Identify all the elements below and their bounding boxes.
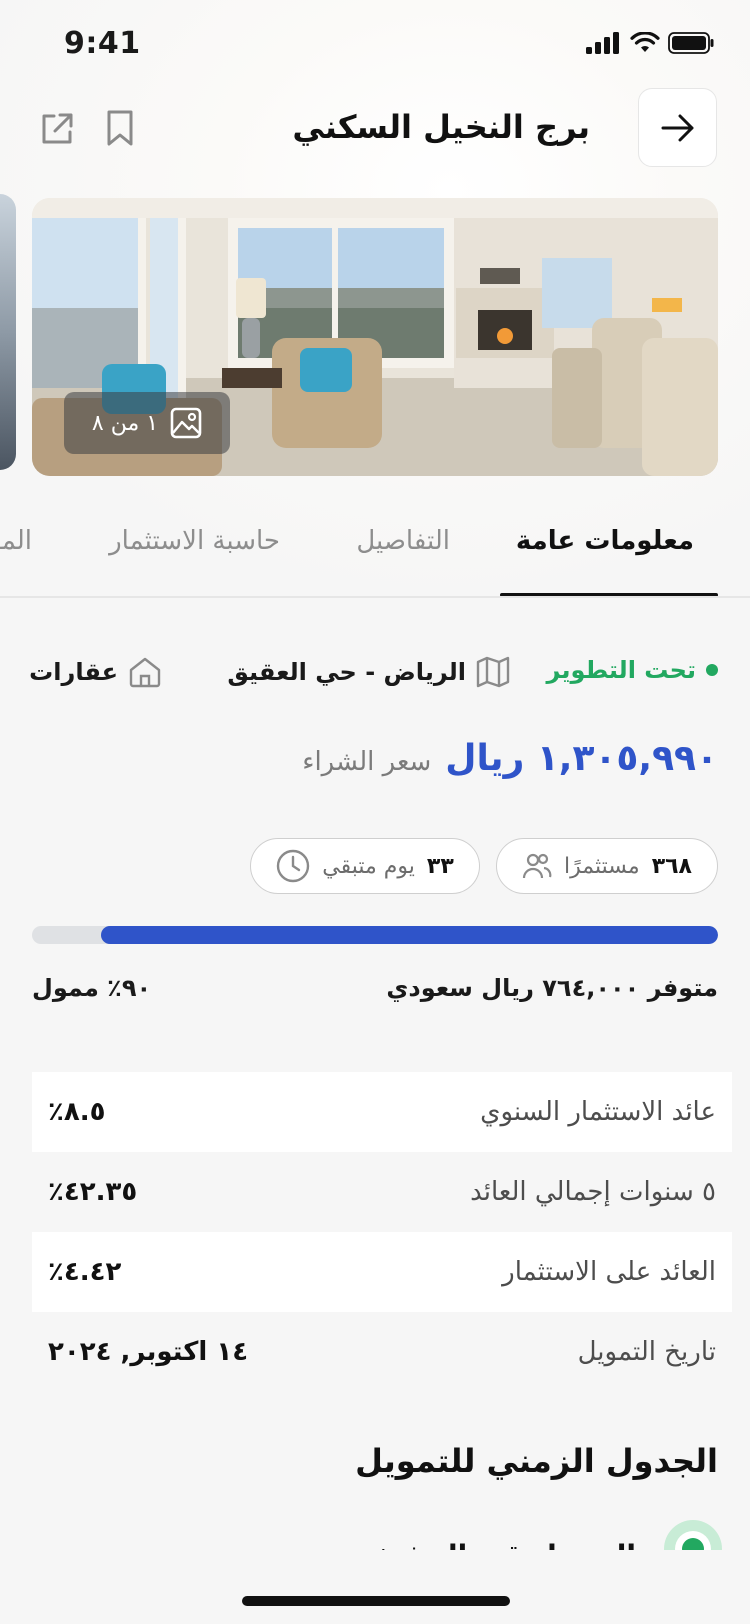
- category: عقارات: [29, 656, 162, 688]
- image-counter-text: ١ من ٨: [91, 410, 159, 436]
- location-text: الرياض - حي العقيق: [227, 658, 466, 686]
- status-dot: [706, 664, 718, 676]
- wifi-icon: [630, 32, 660, 52]
- image-icon: [170, 407, 202, 439]
- image-counter: ١ من ٨: [64, 392, 230, 454]
- stat-value: ٤٢.٣٥٪: [48, 1177, 138, 1207]
- battery-icon: [668, 32, 714, 54]
- timeline-title: الجدول الزمني للتمويل: [355, 1442, 718, 1480]
- stat-value: ١٤ اكتوبر, ٢٠٢٤: [48, 1337, 249, 1367]
- home-indicator[interactable]: [242, 1596, 510, 1606]
- stat-row-annual-return: عائد الاستثمار السنوي ٨.٥٪: [32, 1072, 732, 1152]
- clock-icon: [277, 849, 310, 883]
- tab-more[interactable]: المس: [0, 526, 32, 556]
- price-value: ١,٣٠٥,٩٩٠ ريال: [445, 738, 718, 779]
- category-text: عقارات: [29, 658, 118, 686]
- share-icon[interactable]: [38, 110, 76, 148]
- tabs-divider: [0, 596, 750, 598]
- stat-row-funding-date: تاريخ التمويل ١٤ اكتوبر, ٢٠٢٤: [32, 1312, 732, 1392]
- stat-value: ٨.٥٪: [48, 1097, 106, 1127]
- investors-pill: ٣٦٨ مستثمرًا: [496, 838, 718, 894]
- bookmark-icon[interactable]: [102, 108, 138, 148]
- status-badge: تحت التطوير: [547, 656, 718, 684]
- available-amount: متوفر ٧٦٤,٠٠٠ ريال سعودي: [386, 974, 718, 1002]
- stat-value: ٤.٤٢٪: [48, 1257, 122, 1287]
- signal-icon: [586, 32, 619, 54]
- price-label: سعر الشراء: [302, 747, 432, 777]
- status-text: تحت التطوير: [546, 656, 696, 684]
- stat-label: تاريخ التمويل: [577, 1337, 716, 1367]
- days-remaining-pill: ٣٣ يوم متبقي: [250, 838, 480, 894]
- tab-investment-calculator[interactable]: حاسبة الاستثمار: [109, 526, 280, 556]
- stat-label: ٥ سنوات إجمالي العائد: [470, 1177, 716, 1207]
- stat-row-five-year-return: ٥ سنوات إجمالي العائد ٤٢.٣٥٪: [32, 1152, 732, 1232]
- status-time: 9:41: [64, 26, 141, 61]
- funding-progress-fill: [100, 926, 718, 944]
- back-button[interactable]: [638, 88, 717, 167]
- map-icon: [476, 656, 510, 688]
- tab-details[interactable]: التفاصيل: [356, 526, 450, 556]
- investors-label: مستثمرًا: [564, 853, 640, 879]
- gallery-prev-image[interactable]: [0, 194, 16, 470]
- bottom-safe-area: [0, 1550, 750, 1624]
- stat-label: عائد الاستثمار السنوي: [480, 1097, 716, 1127]
- stat-row-roi: العائد على الاستثمار ٤.٤٢٪: [32, 1232, 732, 1312]
- stat-label: العائد على الاستثمار: [502, 1257, 716, 1287]
- location: الرياض - حي العقيق: [227, 656, 510, 688]
- users-icon: [522, 853, 552, 879]
- investors-count: ٣٦٨: [651, 853, 692, 879]
- purchase-price: ١,٣٠٥,٩٩٠ ريال سعر الشراء: [302, 738, 718, 779]
- tab-general-info[interactable]: معلومات عامة: [516, 526, 694, 556]
- days-count: ٣٣: [426, 853, 454, 879]
- funding-progress-bar: [32, 926, 718, 944]
- status-icons: [586, 30, 726, 56]
- funded-percentage: ٩٠٪ ممول: [32, 974, 152, 1002]
- arrow-right-icon: [661, 114, 693, 141]
- home-icon: [129, 657, 161, 688]
- days-label: يوم متبقي: [322, 853, 415, 879]
- page-title: برج النخيل السكني: [292, 108, 590, 146]
